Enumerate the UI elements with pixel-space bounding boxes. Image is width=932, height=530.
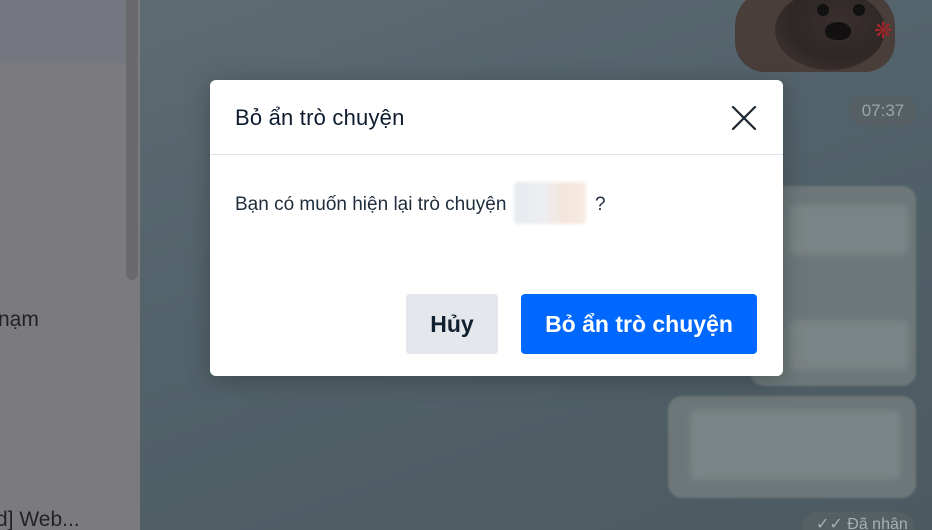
received-status-badge: ✓✓ Đã nhận <box>802 512 914 530</box>
close-button[interactable] <box>724 99 764 137</box>
sidebar-item-label: nạm <box>0 308 39 331</box>
dog-sticker-image <box>735 0 895 72</box>
dialog-message-text: Bạn có muốn hiện lại trò chuyện <box>235 194 507 216</box>
cancel-button[interactable]: Hủy <box>406 294 498 354</box>
dog-nose <box>825 22 851 40</box>
message-time-badge: 07:37 <box>849 96 917 126</box>
blurred-content <box>790 320 908 370</box>
dialog-title: Bỏ ẩn trò chuyện <box>235 105 405 130</box>
close-icon <box>731 105 757 131</box>
sidebar-item-label: d] Web... <box>0 508 80 530</box>
anger-symbol-icon: ❋ <box>874 18 893 43</box>
blurred-content <box>690 410 900 480</box>
received-status-text: Đã nhận <box>847 516 908 530</box>
sidebar-header-area <box>0 0 126 63</box>
dialog-header: Bỏ ẩn trò chuyện <box>210 80 783 155</box>
redacted-conversation-name <box>513 182 586 224</box>
double-check-icon: ✓✓ <box>816 516 848 530</box>
blurred-content <box>790 205 908 255</box>
dialog-message-suffix: ? <box>595 194 606 216</box>
conversation-sidebar: nạm d] Web... <box>0 0 140 530</box>
unhide-conversation-button[interactable]: Bỏ ẩn trò chuyện <box>521 294 757 354</box>
unhide-conversation-dialog: Bỏ ẩn trò chuyện Bạn có muốn hiện lại tr… <box>210 80 783 376</box>
dog-eye-right <box>853 4 865 16</box>
dog-eye-left <box>817 4 829 16</box>
sidebar-scrollbar[interactable] <box>126 0 138 280</box>
dialog-message: Bạn có muốn hiện lại trò chuyện ? <box>235 182 606 226</box>
